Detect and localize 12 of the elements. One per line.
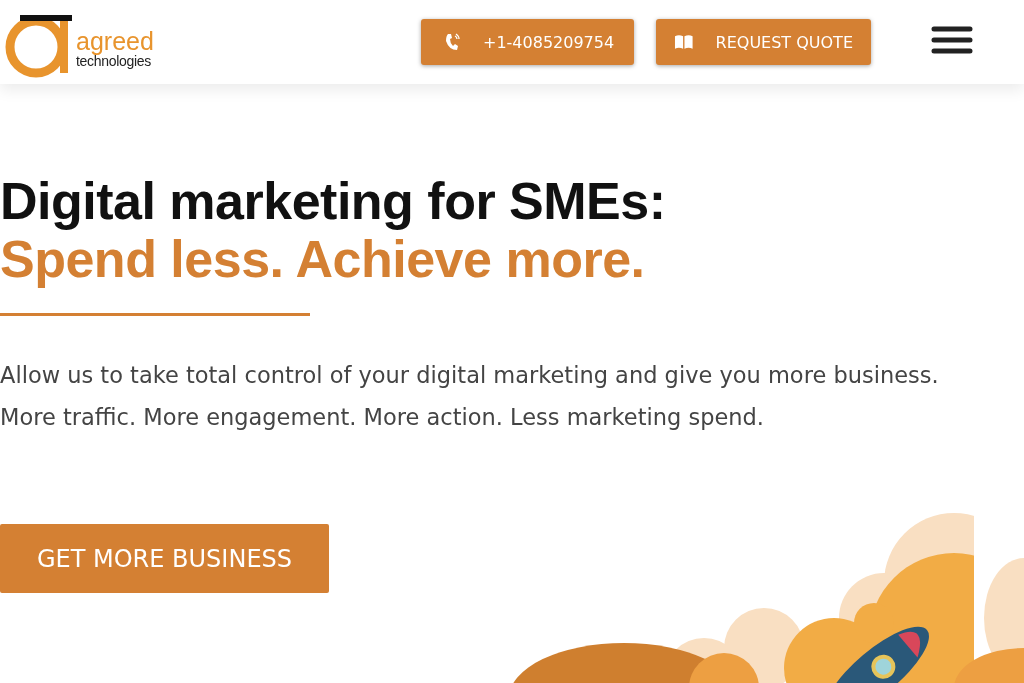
book-icon bbox=[674, 34, 694, 50]
quote-button[interactable]: REQUEST QUOTE bbox=[656, 19, 871, 65]
menu-icon bbox=[931, 25, 973, 55]
hero-subtitle: Spend less. Achieve more. bbox=[0, 230, 645, 288]
phone-icon bbox=[445, 33, 461, 51]
phone-button[interactable]: +1-4085209754 bbox=[421, 19, 634, 65]
logo-wordmark: agreed bbox=[76, 29, 154, 54]
get-more-business-button[interactable]: GET MORE BUSINESS bbox=[0, 524, 329, 593]
hero-paragraph: Allow us to take total control of your digital marketing and give you more business. bbox=[0, 361, 940, 390]
hero-title: Digital marketing for SMEs: bbox=[0, 172, 666, 230]
logo-tagline: technologies bbox=[76, 54, 151, 68]
hero-paragraph: More traffic. More engagement. More action. Less marketing spend. bbox=[0, 403, 765, 432]
